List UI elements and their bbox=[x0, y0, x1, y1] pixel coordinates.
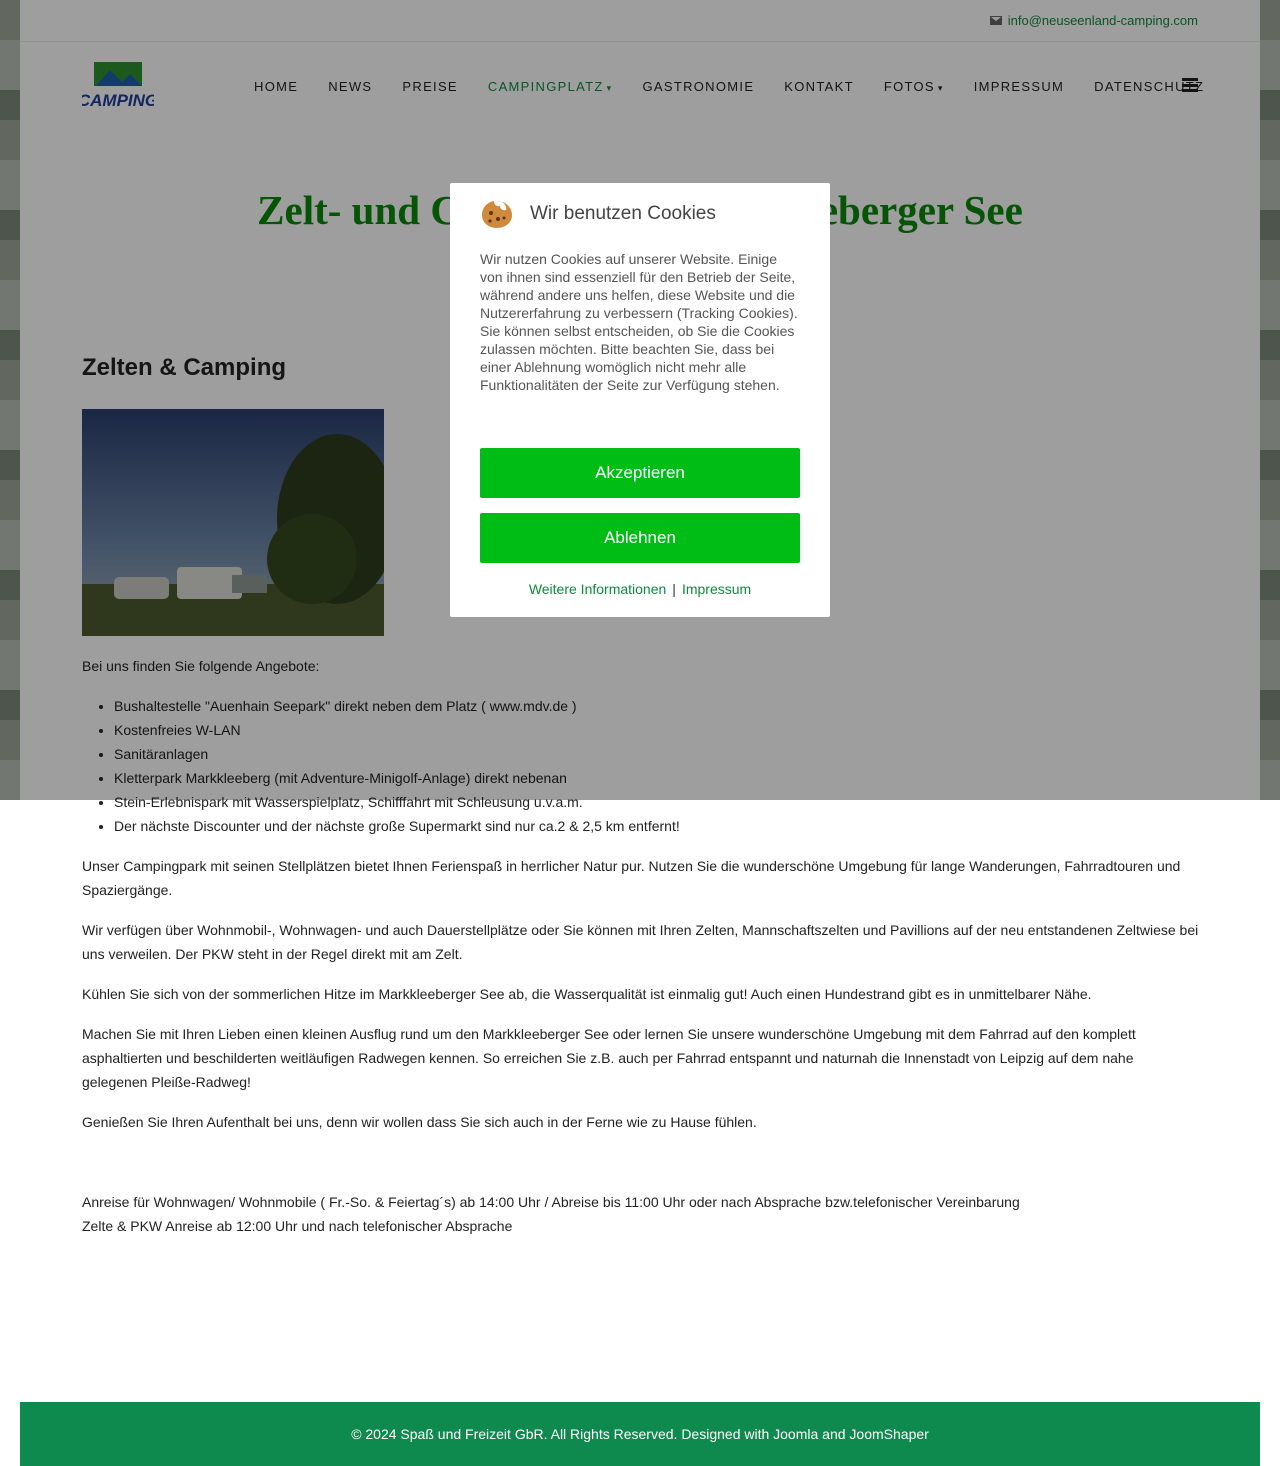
paragraph: Kühlen Sie sich von der sommerlichen Hit… bbox=[82, 986, 1092, 1002]
cookie-links: Weitere Informationen | Impressum bbox=[450, 581, 830, 597]
arrival-info: Anreise für Wohnwagen/ Wohnmobile ( Fr.-… bbox=[82, 1194, 1020, 1210]
paragraph: Machen Sie mit Ihren Lieben einen kleine… bbox=[82, 1026, 1136, 1090]
decline-button[interactable]: Ablehnen bbox=[480, 513, 800, 563]
site-footer: © 2024 Spaß und Freizeit GbR. All Rights… bbox=[20, 1402, 1260, 1466]
copyright-text: © 2024 Spaß und Freizeit GbR. All Rights… bbox=[351, 1426, 929, 1442]
list-item: Der nächste Discounter und der nächste g… bbox=[114, 814, 1202, 838]
paragraph: Wir verfügen über Wohnmobil-, Wohnwagen-… bbox=[82, 922, 1199, 962]
cookie-title: Wir benutzen Cookies bbox=[530, 203, 716, 224]
paragraph: Genießen Sie Ihren Aufenthalt bei uns, d… bbox=[82, 1114, 757, 1130]
paragraph: Unser Campingpark mit seinen Stellplätze… bbox=[82, 858, 1181, 898]
cookie-consent-dialog: Wir benutzen Cookies Wir nutzen Cookies … bbox=[450, 183, 830, 617]
more-info-link[interactable]: Weitere Informationen bbox=[529, 581, 666, 597]
accept-button[interactable]: Akzeptieren bbox=[480, 448, 800, 498]
cookie-text: Wir nutzen Cookies auf unserer Website. … bbox=[480, 251, 798, 393]
cookie-header: Wir benutzen Cookies bbox=[480, 199, 716, 229]
imprint-link[interactable]: Impressum bbox=[682, 581, 751, 597]
cookie-icon bbox=[482, 201, 512, 228]
tent-arrival-info: Zelte & PKW Anreise ab 12:00 Uhr und nac… bbox=[82, 1218, 513, 1234]
link-separator: | bbox=[672, 581, 676, 597]
